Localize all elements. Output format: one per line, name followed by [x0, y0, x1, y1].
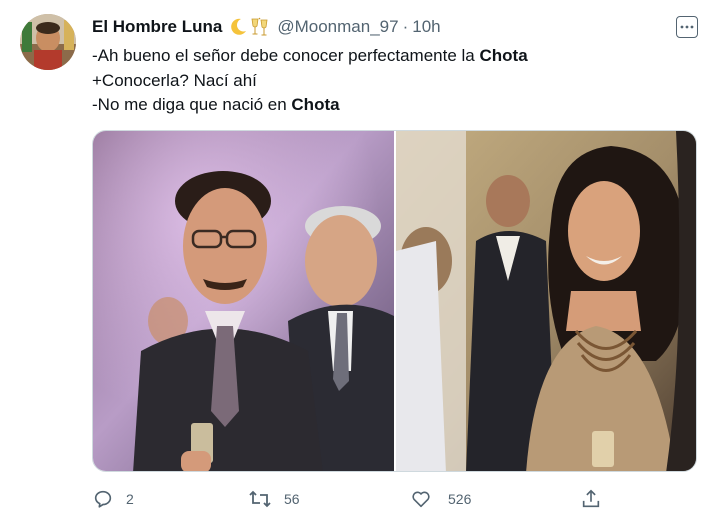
tweet-line-bold: Chota: [479, 46, 528, 65]
tweet-line-bold: Chota: [291, 95, 340, 114]
author-name[interactable]: El Hombre Luna: [92, 17, 222, 37]
heart-icon: [412, 491, 430, 508]
tweet-line-text: +Conocerla? Nací ahí: [92, 70, 257, 90]
media-photo-left[interactable]: [93, 131, 394, 471]
tweet-media: [92, 130, 697, 472]
author-emoji: [228, 17, 271, 37]
share-icon: [582, 489, 600, 508]
separator-dot: ·: [402, 17, 409, 36]
reply-button[interactable]: 2: [92, 486, 134, 512]
author-handle[interactable]: @Moonman_97: [277, 17, 398, 37]
tweet-time[interactable]: 10h: [412, 17, 440, 37]
reply-icon: [94, 490, 112, 508]
tweet-actions: 2 56 526: [92, 486, 612, 512]
avatar-image: [20, 14, 76, 70]
crescent-moon-icon: [231, 18, 247, 35]
tweet-line: -No me diga que nació en Chota: [92, 93, 692, 118]
more-button[interactable]: [676, 16, 698, 38]
clinking-glasses-icon: [251, 17, 268, 36]
like-count: 526: [448, 491, 472, 507]
retweet-count: 56: [284, 491, 300, 507]
tweet-line: +Conocerla? Nací ahí: [92, 69, 692, 94]
avatar[interactable]: [20, 14, 76, 70]
tweet-text: -Ah bueno el señor debe conocer perfecta…: [92, 44, 692, 118]
share-button[interactable]: [580, 486, 602, 512]
like-button[interactable]: 526: [410, 486, 471, 512]
retweet-button[interactable]: 56: [248, 486, 300, 512]
retweet-icon: [249, 490, 271, 508]
tweet-line-text: -Ah bueno el señor debe conocer perfecta…: [92, 46, 480, 65]
photo-two-men: [93, 131, 394, 471]
reply-count: 2: [126, 491, 134, 507]
more-icon: [680, 25, 694, 29]
tweet: El Hombre Luna @Moonman_97 · 10h -Ah bue…: [0, 0, 720, 528]
tweet-line: -Ah bueno el señor debe conocer perfecta…: [92, 44, 692, 69]
tweet-header: El Hombre Luna @Moonman_97 · 10h: [92, 14, 441, 40]
tweet-line-text: -No me diga que nació en: [92, 95, 292, 114]
photo-woman-smiling: [396, 131, 696, 471]
media-photo-right[interactable]: [396, 131, 696, 471]
